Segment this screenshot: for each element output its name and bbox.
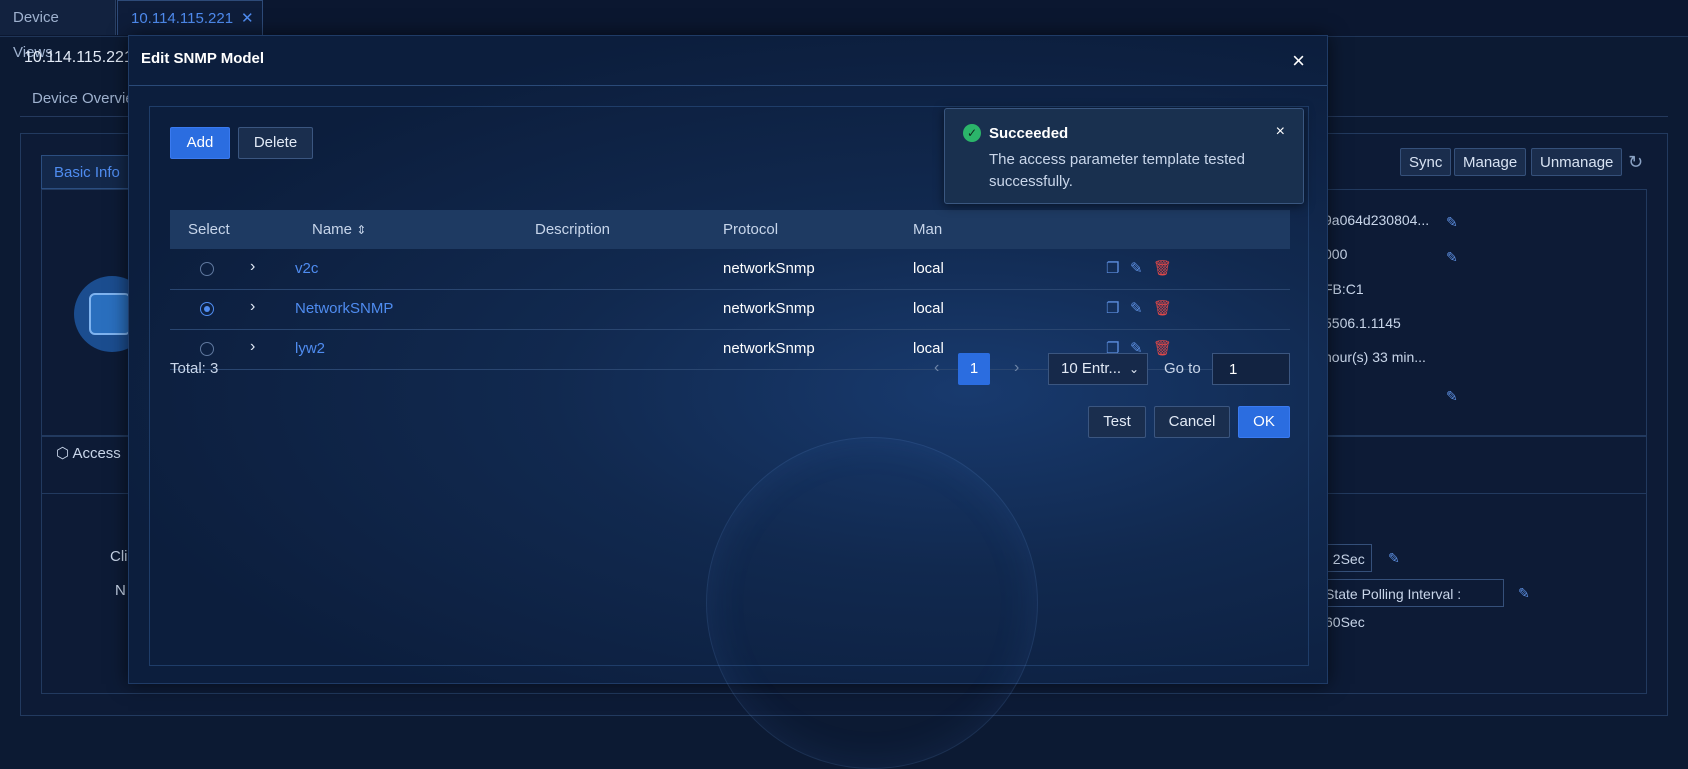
copy-icon[interactable]: ❐ bbox=[1106, 259, 1119, 277]
polling-interval-box: State Polling Interval : 60Sec bbox=[1318, 579, 1504, 630]
edit-icon[interactable]: ✎ bbox=[1446, 249, 1458, 266]
delete-icon[interactable]: 🗑 bbox=[1153, 339, 1172, 357]
sync-button[interactable]: Sync bbox=[1400, 148, 1452, 176]
network-icon bbox=[89, 293, 131, 335]
edit-icon[interactable]: ✎ bbox=[1518, 585, 1530, 602]
ok-button[interactable]: OK bbox=[1238, 406, 1290, 438]
manage-button[interactable]: Manage bbox=[1454, 148, 1527, 176]
client-label: Cli bbox=[110, 548, 128, 565]
row-name-link[interactable]: lyw2 bbox=[295, 340, 325, 357]
chevron-down-icon: ⌄ bbox=[1128, 362, 1139, 376]
tab-device[interactable]: 10.114.115.221 ✕ bbox=[117, 0, 263, 35]
table-row: › v2c networkSnmp local ❐ ✎ 🗑 bbox=[170, 249, 1290, 290]
row-protocol: networkSnmp bbox=[723, 260, 815, 277]
close-icon[interactable]: × bbox=[1292, 48, 1305, 74]
toast-message: The access parameter template tested suc… bbox=[989, 151, 1245, 190]
page-button-current[interactable]: 1 bbox=[958, 353, 990, 385]
check-circle-icon: ✓ bbox=[963, 124, 981, 142]
info-value: FB:C1 bbox=[1324, 281, 1364, 297]
unmanage-button[interactable]: Unmanage bbox=[1531, 148, 1623, 176]
table-row: › NetworkSNMP networkSnmp local ❐ ✎ 🗑 bbox=[170, 289, 1290, 330]
edit-icon[interactable]: ✎ bbox=[1446, 214, 1458, 231]
chevron-right-icon[interactable]: › bbox=[250, 338, 255, 356]
page-size-value: 10 Entr... bbox=[1061, 360, 1122, 377]
row-protocol: networkSnmp bbox=[723, 340, 815, 357]
refresh-icon[interactable]: ↻ bbox=[1628, 152, 1643, 173]
edit-icon[interactable]: ✎ bbox=[1388, 550, 1400, 567]
info-value: 9a064d230804... bbox=[1324, 212, 1430, 228]
column-description: Description bbox=[535, 221, 611, 238]
page-title: 10.114.115.221 bbox=[24, 49, 133, 66]
cube-icon: ⬡ bbox=[56, 445, 73, 462]
row-radio[interactable] bbox=[200, 342, 214, 356]
column-name-label: Name bbox=[312, 221, 353, 238]
tab-bar: Device Views 10.114.115.221 ✕ bbox=[0, 0, 1688, 61]
success-toast: ✓ Succeeded The access parameter templat… bbox=[944, 108, 1304, 204]
row-manage: local bbox=[913, 260, 944, 277]
total-count: Total: 3 bbox=[170, 360, 219, 377]
delete-icon[interactable]: 🗑 bbox=[1153, 299, 1172, 317]
sort-icon[interactable]: ⇕ bbox=[356, 223, 366, 237]
row-radio[interactable] bbox=[200, 302, 214, 316]
row-manage: local bbox=[913, 340, 944, 357]
chevron-right-icon[interactable]: › bbox=[250, 298, 255, 316]
dialog-header: Edit SNMP Model × bbox=[129, 36, 1327, 86]
add-button[interactable]: Add bbox=[170, 127, 230, 159]
edit-icon[interactable]: ✎ bbox=[1130, 259, 1143, 277]
tab-device-views[interactable]: Device Views bbox=[0, 0, 116, 61]
row-name-link[interactable]: v2c bbox=[295, 260, 318, 277]
column-manage: Man bbox=[913, 221, 943, 238]
row-radio[interactable] bbox=[200, 262, 214, 276]
row-manage: local bbox=[913, 300, 944, 317]
cancel-button[interactable]: Cancel bbox=[1154, 406, 1230, 438]
info-value: hour(s) 33 min... bbox=[1324, 349, 1426, 365]
goto-input[interactable] bbox=[1212, 353, 1290, 385]
chevron-right-icon[interactable]: › bbox=[250, 258, 255, 276]
row-name-link[interactable]: NetworkSNMP bbox=[295, 300, 393, 317]
delete-icon[interactable]: 🗑 bbox=[1153, 259, 1172, 277]
info-value: 5506.1.1145 bbox=[1324, 315, 1401, 331]
test-button[interactable]: Test bbox=[1088, 406, 1146, 438]
chevron-left-icon[interactable]: ‹ bbox=[934, 359, 939, 377]
page-size-select[interactable]: 10 Entr... ⌄ bbox=[1048, 353, 1148, 385]
column-select: Select bbox=[188, 221, 230, 238]
column-protocol: Protocol bbox=[723, 221, 779, 238]
edit-icon[interactable]: ✎ bbox=[1446, 388, 1458, 405]
tab-label: 10.114.115.221 bbox=[131, 10, 234, 27]
close-icon[interactable]: × bbox=[1276, 123, 1285, 141]
copy-icon[interactable]: ❐ bbox=[1106, 299, 1119, 317]
edit-icon[interactable]: ✎ bbox=[1130, 299, 1143, 317]
decorative-ring bbox=[706, 437, 1038, 769]
close-icon[interactable]: ✕ bbox=[241, 10, 254, 27]
access-heading: ⬡ Access bbox=[56, 444, 121, 462]
column-name[interactable]: Name ⇕ bbox=[312, 221, 366, 238]
row-protocol: networkSnmp bbox=[723, 300, 815, 317]
access-label: Access bbox=[72, 445, 121, 462]
chevron-right-icon[interactable]: › bbox=[1014, 359, 1019, 377]
n-label: N bbox=[115, 582, 126, 599]
delete-button[interactable]: Delete bbox=[238, 127, 313, 159]
dialog-title: Edit SNMP Model bbox=[141, 50, 265, 67]
goto-label: Go to bbox=[1164, 360, 1201, 377]
tab-basic-info[interactable]: Basic Info bbox=[41, 155, 133, 189]
table-header: Select Name ⇕ Description Protocol Man bbox=[170, 210, 1290, 249]
toast-title: Succeeded bbox=[989, 125, 1069, 142]
